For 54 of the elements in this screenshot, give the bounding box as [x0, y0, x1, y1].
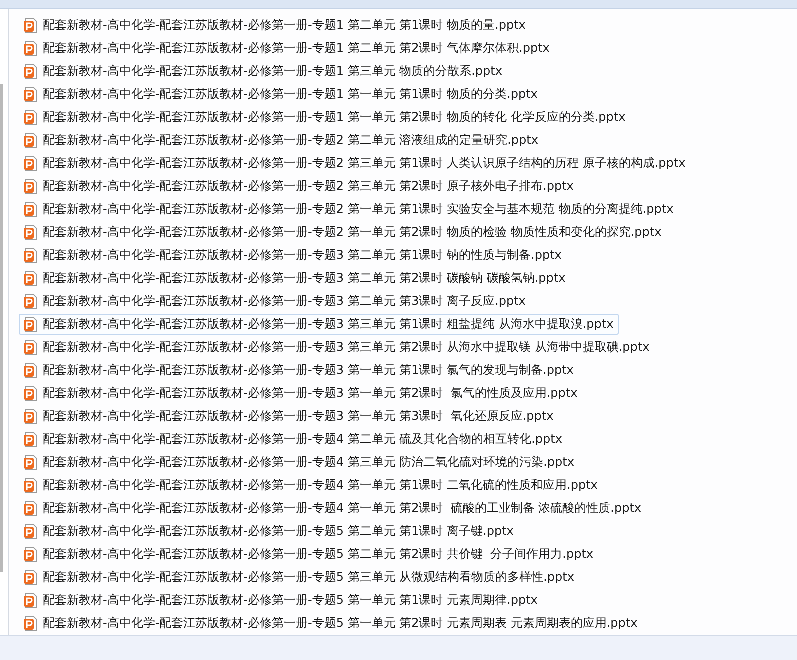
presentation-file-icon — [23, 408, 39, 424]
file-item[interactable]: 配套新教材-高中化学-配套江苏版教材-必修第一册-专题3 第三单元 第2课时 从海水中提取镁 从海带中提取碘.pptx — [19, 337, 655, 358]
file-item[interactable]: 配套新教材-高中化学-配套江苏版教材-必修第一册-专题5 第一单元 第1课时 元素周期律.pptx — [19, 590, 543, 611]
presentation-file-icon — [23, 316, 39, 332]
file-item[interactable]: 配套新教材-高中化学-配套江苏版教材-必修第一册-专题1 第一单元 第2课时 物质的转化 化学反应的分类.pptx — [19, 107, 631, 128]
file-item[interactable]: 配套新教材-高中化学-配套江苏版教材-必修第一册-专题2 第一单元 第1课时 实验安全与基本规范 物质的分离提纯.pptx — [19, 199, 679, 220]
file-item[interactable]: 配套新教材-高中化学-配套江苏版教材-必修第一册-专题3 第一单元 第3课时 氧化还原反应.pptx — [19, 406, 559, 427]
file-item[interactable]: 配套新教材-高中化学-配套江苏版教材-必修第一册-专题2 第二单元 溶液组成的定量研究.pptx — [19, 130, 544, 151]
file-item[interactable]: 配套新教材-高中化学-配套江苏版教材-必修第一册-专题3 第二单元 第3课时 离子反应.pptx — [19, 291, 531, 312]
file-item[interactable]: 配套新教材-高中化学-配套江苏版教材-必修第一册-专题1 第二单元 第2课时 气体摩尔体积.pptx — [19, 38, 555, 59]
presentation-file-icon — [23, 524, 39, 540]
file-item[interactable]: 配套新教材-高中化学-配套江苏版教材-必修第一册-专题4 第二单元 硫及其化合物的相互转化.pptx — [19, 429, 568, 450]
file-item[interactable]: 配套新教材-高中化学-配套江苏版教材-必修第一册-专题2 第三单元 第1课时 人类认识原子结构的历程 原子核的构成.pptx — [19, 153, 691, 174]
file-item[interactable]: 配套新教材-高中化学-配套江苏版教材-必修第一册-专题3 第一单元 第2课时 氯气的性质及应用.pptx — [19, 383, 583, 404]
presentation-file-icon — [23, 362, 39, 378]
file-item[interactable]: 配套新教材-高中化学-配套江苏版教材-必修第一册-专题3 第三单元 第1课时 粗盐提纯 从海水中提取溴.pptx — [19, 314, 619, 335]
presentation-file-icon — [23, 202, 39, 218]
presentation-file-icon — [23, 454, 39, 470]
presentation-file-icon — [23, 386, 39, 402]
presentation-file-icon — [23, 156, 39, 172]
presentation-file-icon — [23, 178, 39, 194]
presentation-file-icon — [23, 40, 39, 56]
file-item[interactable]: 配套新教材-高中化学-配套江苏版教材-必修第一册-专题5 第二单元 第1课时 离子键.pptx — [19, 521, 519, 542]
presentation-file-icon — [23, 294, 39, 310]
presentation-file-icon — [23, 592, 39, 608]
presentation-file-icon — [23, 270, 39, 286]
presentation-file-icon — [23, 224, 39, 240]
file-item[interactable]: 配套新教材-高中化学-配套江苏版教材-必修第一册-专题4 第一单元 第1课时 二氧化硫的性质和应用.pptx — [19, 475, 603, 496]
file-item[interactable]: 配套新教材-高中化学-配套江苏版教材-必修第一册-专题4 第三单元 防治二氧化硫对环境的污染.pptx — [19, 452, 580, 473]
presentation-file-icon — [23, 64, 39, 80]
file-item[interactable]: 配套新教材-高中化学-配套江苏版教材-必修第一册-专题3 第二单元 第2课时 碳酸钠 碳酸氢钠.pptx — [19, 268, 571, 289]
presentation-file-icon — [23, 570, 39, 586]
file-item[interactable]: 配套新教材-高中化学-配套江苏版教材-必修第一册-专题5 第三单元 从微观结构看物质的多样性.pptx — [19, 567, 580, 588]
presentation-file-icon — [23, 616, 39, 632]
file-item[interactable]: 配套新教材-高中化学-配套江苏版教材-必修第一册-专题5 第二单元 第2课时 共价键 分子间作用力.pptx — [19, 544, 599, 565]
presentation-file-icon — [23, 478, 39, 494]
presentation-file-icon — [23, 546, 39, 562]
file-item[interactable]: 配套新教材-高中化学-配套江苏版教材-必修第一册-专题5 第一单元 第2课时 元素周期表 元素周期表的应用.pptx — [19, 613, 643, 634]
file-item[interactable]: 配套新教材-高中化学-配套江苏版教材-必修第一册-专题2 第一单元 第2课时 物质的检验 物质性质和变化的探究.pptx — [19, 222, 667, 243]
file-item[interactable]: 配套新教材-高中化学-配套江苏版教材-必修第一册-专题1 第二单元 第1课时 物质的量.pptx — [19, 15, 531, 36]
file-item[interactable]: 配套新教材-高中化学-配套江苏版教材-必修第一册-专题3 第二单元 第1课时 钠的性质与制备.pptx — [19, 245, 567, 266]
presentation-file-icon — [23, 86, 39, 102]
file-item[interactable]: 配套新教材-高中化学-配套江苏版教材-必修第一册-专题4 第一单元 第2课时 硫酸的工业制备 浓硫酸的性质.pptx — [19, 498, 647, 519]
presentation-file-icon — [23, 110, 39, 126]
file-item[interactable]: 配套新教材-高中化学-配套江苏版教材-必修第一册-专题1 第三单元 物质的分散系.pptx — [19, 61, 508, 82]
file-item[interactable]: 配套新教材-高中化学-配套江苏版教材-必修第一册-专题2 第三单元 第2课时 原子核外电子排布.pptx — [19, 176, 579, 197]
presentation-file-icon — [23, 340, 39, 356]
file-item[interactable]: 配套新教材-高中化学-配套江苏版教材-必修第一册-专题1 第一单元 第1课时 物质的分类.pptx — [19, 84, 543, 105]
presentation-file-icon — [23, 18, 39, 34]
presentation-file-icon — [23, 432, 39, 448]
presentation-file-icon — [23, 500, 39, 516]
presentation-file-icon — [23, 132, 39, 148]
file-item[interactable]: 配套新教材-高中化学-配套江苏版教材-必修第一册-专题3 第一单元 第1课时 氯气的发现与制备.pptx — [19, 360, 579, 381]
presentation-file-icon — [23, 248, 39, 264]
